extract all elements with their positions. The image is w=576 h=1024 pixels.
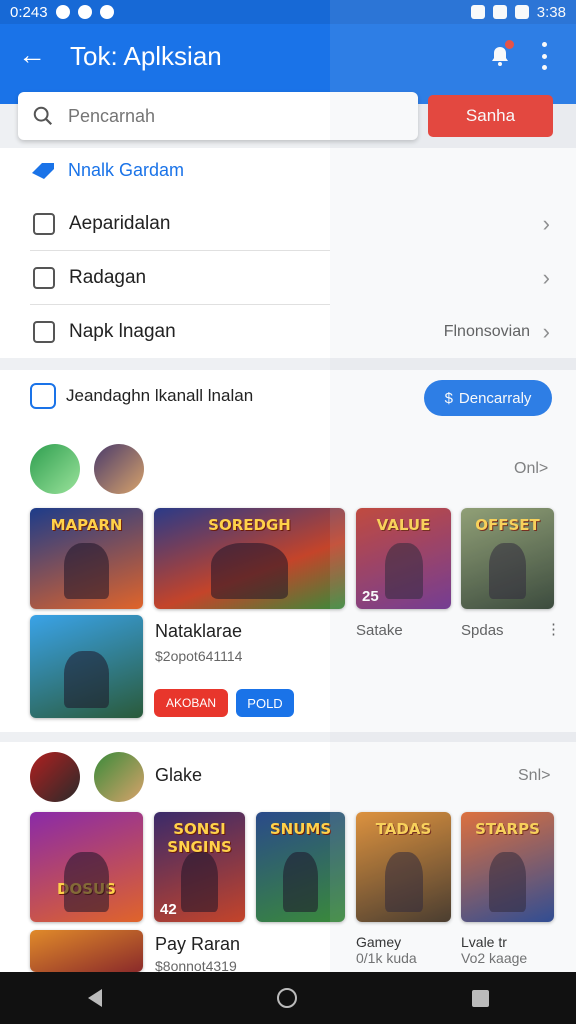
menu-item-label: Napk lnagan xyxy=(69,321,176,342)
more-options-icon[interactable] xyxy=(536,42,552,70)
promo-button[interactable]: $ Dencarraly xyxy=(424,380,552,416)
game-tile[interactable]: SOREDGH xyxy=(154,508,345,609)
nav-back-icon[interactable] xyxy=(87,989,102,1007)
open-button[interactable]: POLD xyxy=(236,689,294,717)
tile-label: Spdas xyxy=(461,622,504,639)
avatar[interactable] xyxy=(30,752,80,802)
game-tile[interactable]: DOSUS xyxy=(30,812,143,922)
chevron-right-icon: › xyxy=(542,211,550,236)
search-box-icon xyxy=(33,213,55,235)
app-subtitle: 0/1k kuda xyxy=(356,950,417,966)
status-time: 0:243 xyxy=(10,3,48,21)
promo-row: Jeandaghn lkanall lnalan xyxy=(30,383,253,409)
tile-caption: SNUMS xyxy=(269,820,332,838)
search-box xyxy=(18,92,418,140)
tile-caption: SOREDGH xyxy=(208,516,291,534)
notification-dot xyxy=(505,40,514,49)
tile-caption: STARPS xyxy=(475,820,540,838)
dollar-icon: $ xyxy=(444,389,453,407)
wifi-icon xyxy=(492,5,507,19)
app-name: Gamey xyxy=(356,934,402,950)
game-tile[interactable]: TADAS xyxy=(356,812,451,922)
tile-caption: MAPARN xyxy=(50,516,123,534)
chevron-right-icon: › xyxy=(542,265,550,290)
app-name: Nataklarae xyxy=(155,621,243,641)
square-icon xyxy=(33,267,55,289)
tile-caption: VALUE xyxy=(376,516,431,534)
menu-item-napk[interactable]: Napk lnagan Flnonsovian › xyxy=(0,306,576,358)
notification-bell-icon[interactable] xyxy=(488,40,514,68)
more-icon[interactable]: ⋮ xyxy=(546,620,561,638)
avatar[interactable] xyxy=(94,752,144,802)
game-tile[interactable]: SONSI SNGINS 42 xyxy=(154,812,245,922)
tile-caption: TADAS xyxy=(375,820,432,838)
game-tile[interactable]: STARPS xyxy=(461,812,554,922)
app-subtitle: $2opot641114 xyxy=(155,648,243,664)
nav-home-icon[interactable] xyxy=(276,988,297,1008)
search-input[interactable] xyxy=(68,105,388,127)
menu-item-label: Radagan xyxy=(69,267,147,288)
app-name: Pay Raran xyxy=(155,934,241,954)
tile-caption: SONSI SNGINS xyxy=(167,820,232,856)
chevron-right-icon: › xyxy=(542,319,550,344)
menu-item-label: Aeparidalan xyxy=(69,213,171,234)
see-more-link[interactable]: Onl> xyxy=(514,460,548,478)
promo-button-label: Dencarraly xyxy=(458,389,532,407)
page-title: Tok: Aplksian xyxy=(70,41,222,71)
tile-number: 25 xyxy=(362,588,379,605)
search-button[interactable]: Sanha xyxy=(428,95,553,137)
nav-recent-icon[interactable] xyxy=(471,989,489,1007)
search-icon xyxy=(33,106,53,126)
promo-text: Jeandaghn lkanall lnalan xyxy=(66,386,254,405)
app-name: Lvale tr xyxy=(461,934,507,950)
tile-number: 42 xyxy=(160,901,177,918)
app-icon-tile[interactable] xyxy=(30,615,143,718)
tag-icon xyxy=(32,162,54,179)
battery-icon xyxy=(514,5,529,19)
avatar[interactable] xyxy=(94,444,144,494)
shield-icon xyxy=(99,5,114,19)
app-icon-tile[interactable] xyxy=(30,930,143,972)
install-button[interactable]: AKOBAN xyxy=(154,689,228,717)
notification-icon xyxy=(55,5,70,19)
status-time-right: 3:38 xyxy=(536,3,566,21)
section-header: Nnalk Gardam xyxy=(30,160,184,181)
game-tile[interactable]: VALUE 25 xyxy=(356,508,451,609)
menu-item-radagan[interactable]: Radagan › xyxy=(0,252,576,304)
avatar[interactable] xyxy=(30,444,80,494)
app-icon xyxy=(77,5,92,19)
tile-label: Satake xyxy=(356,622,403,639)
menu-item-value: Flnonsovian xyxy=(443,323,530,340)
see-more-link[interactable]: Snl> xyxy=(518,767,550,785)
bluetooth-icon xyxy=(470,5,485,19)
app-subtitle: Vo2 kaage xyxy=(461,950,528,966)
lock-icon xyxy=(33,321,55,343)
game-tile[interactable]: SNUMS xyxy=(256,812,345,922)
search-promo-icon xyxy=(30,383,56,409)
divider xyxy=(30,250,330,251)
section-title: Glake xyxy=(155,765,203,785)
menu-item-aeparidalan[interactable]: Aeparidalan › xyxy=(0,198,576,250)
status-bar: 0:243 3:38 xyxy=(0,0,576,24)
system-nav-bar xyxy=(0,972,576,1024)
section-title: Nnalk Gardam xyxy=(68,160,185,180)
game-tile[interactable]: MAPARN xyxy=(30,508,143,609)
divider xyxy=(30,304,330,305)
tile-caption: OFFSET xyxy=(475,516,540,534)
back-arrow-icon[interactable]: ← xyxy=(18,40,48,70)
game-tile[interactable]: OFFSET xyxy=(461,508,554,609)
